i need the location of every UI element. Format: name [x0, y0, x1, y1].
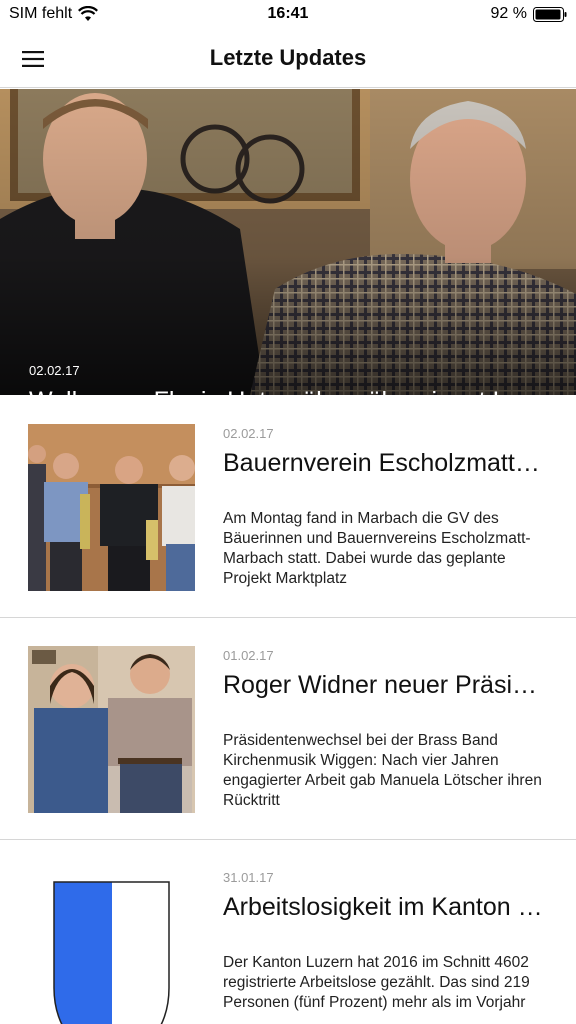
page-title: Letzte Updates — [209, 45, 367, 70]
article-date: 01.02.17 — [223, 648, 274, 663]
featured-article[interactable]: 02.02.17 Wolhusen: Flavio Unternährer üb… — [0, 89, 576, 395]
canton-lucerne-coat-of-arms-icon — [28, 868, 195, 1024]
news-list-item[interactable]: 01.02.17 Roger Widner neuer Präsident Pr… — [0, 618, 576, 840]
battery-percent: 92 % — [490, 5, 527, 22]
article-date: 31.01.17 — [223, 870, 274, 885]
group-photo-image — [28, 424, 195, 591]
battery-icon — [533, 6, 567, 22]
article-title[interactable]: Bauernverein Escholzmatt-Marbach — [223, 449, 548, 478]
status-right: 92 % — [491, 5, 567, 23]
featured-article-title[interactable]: Wolhusen: Flavio Unternährer übernimmt L… — [29, 387, 549, 395]
featured-article-date: 02.02.17 — [29, 363, 80, 378]
featured-article-photo — [0, 89, 576, 395]
article-excerpt: Der Kanton Luzern hat 2016 im Schnitt 46… — [223, 954, 530, 1011]
article-title[interactable]: Arbeitslosigkeit im Kanton Luzern — [223, 893, 548, 922]
news-list-item[interactable]: 31.01.17 Arbeitslosigkeit im Kanton Luze… — [0, 840, 576, 1024]
nav-bar: Letzte Updates — [0, 30, 576, 88]
article-thumbnail — [28, 646, 195, 813]
article-excerpt: Am Montag fand in Marbach die GV des Bäu… — [223, 510, 531, 587]
article-title[interactable]: Roger Widner neuer Präsident — [223, 671, 548, 700]
article-date: 02.02.17 — [223, 426, 274, 441]
article-thumbnail — [28, 868, 195, 1024]
article-excerpt: Präsidentenwechsel bei der Brass Band Ki… — [223, 732, 542, 809]
portrait-photo-image — [28, 646, 195, 813]
news-list-item[interactable]: 02.02.17 Bauernverein Escholzmatt-Marbac… — [0, 396, 576, 618]
article-thumbnail — [28, 424, 195, 591]
status-bar: SIM fehlt 16:41 92 % — [0, 0, 576, 30]
